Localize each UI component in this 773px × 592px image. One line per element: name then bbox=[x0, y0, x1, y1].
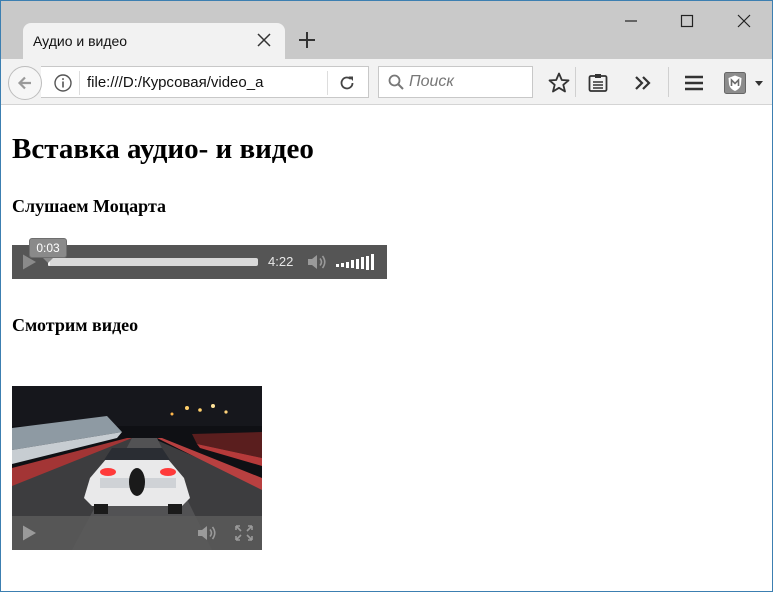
hamburger-menu-icon[interactable] bbox=[682, 71, 706, 95]
minimize-icon[interactable] bbox=[619, 9, 643, 33]
extension-dropdown-icon[interactable] bbox=[753, 71, 765, 95]
video-player[interactable] bbox=[12, 386, 262, 550]
maximize-icon[interactable] bbox=[675, 9, 699, 33]
tab-title: Аудио и видео bbox=[33, 33, 128, 49]
tab-audio-video[interactable]: Аудио и видео bbox=[23, 23, 285, 59]
info-icon[interactable] bbox=[53, 73, 73, 93]
search-icon bbox=[388, 74, 404, 90]
back-button[interactable] bbox=[8, 66, 42, 100]
url-separator bbox=[327, 71, 328, 95]
reload-icon[interactable] bbox=[337, 73, 357, 93]
close-tab-icon[interactable] bbox=[255, 31, 273, 49]
close-window-icon[interactable] bbox=[732, 9, 756, 33]
volume-icon[interactable] bbox=[306, 253, 328, 271]
toolbar-separator bbox=[575, 67, 576, 97]
audio-section-title: Слушаем Моцарта bbox=[12, 196, 167, 216]
volume-slider[interactable] bbox=[336, 253, 378, 271]
audio-time-tooltip: 0:03 bbox=[29, 238, 67, 263]
bookmark-star-icon[interactable] bbox=[547, 71, 571, 95]
new-tab-icon[interactable] bbox=[297, 30, 317, 50]
toolbar-separator bbox=[668, 67, 669, 97]
address-bar[interactable]: file:///D:/Курсовая/video_a bbox=[41, 66, 369, 98]
video-section-title: Смотрим видео bbox=[12, 315, 139, 335]
browser-window: Аудио и видео file:///D:/Курсовая/video_… bbox=[0, 0, 773, 592]
reading-list-icon[interactable] bbox=[586, 71, 610, 95]
video-volume-icon[interactable] bbox=[196, 524, 218, 542]
overflow-chevron-icon[interactable] bbox=[631, 71, 655, 95]
navigation-toolbar: file:///D:/Курсовая/video_a bbox=[1, 59, 772, 105]
audio-seek-bar[interactable] bbox=[48, 258, 258, 266]
fullscreen-icon[interactable] bbox=[234, 524, 254, 542]
video-controls bbox=[12, 516, 262, 550]
url-text[interactable]: file:///D:/Курсовая/video_a bbox=[87, 74, 263, 91]
video-play-icon[interactable] bbox=[20, 524, 38, 542]
tab-strip: Аудио и видео bbox=[1, 1, 772, 59]
page-heading: Вставка аудио- и видео bbox=[12, 133, 314, 165]
page-content: Вставка аудио- и видео Слушаем Моцарта 4… bbox=[12, 105, 762, 591]
back-arrow-icon bbox=[17, 76, 31, 90]
url-separator bbox=[79, 71, 80, 95]
audio-player[interactable]: 4:22 bbox=[12, 245, 387, 279]
shield-extension-icon[interactable] bbox=[723, 71, 747, 95]
search-input[interactable] bbox=[409, 70, 527, 94]
search-box[interactable] bbox=[378, 66, 533, 98]
audio-duration: 4:22 bbox=[268, 254, 294, 269]
